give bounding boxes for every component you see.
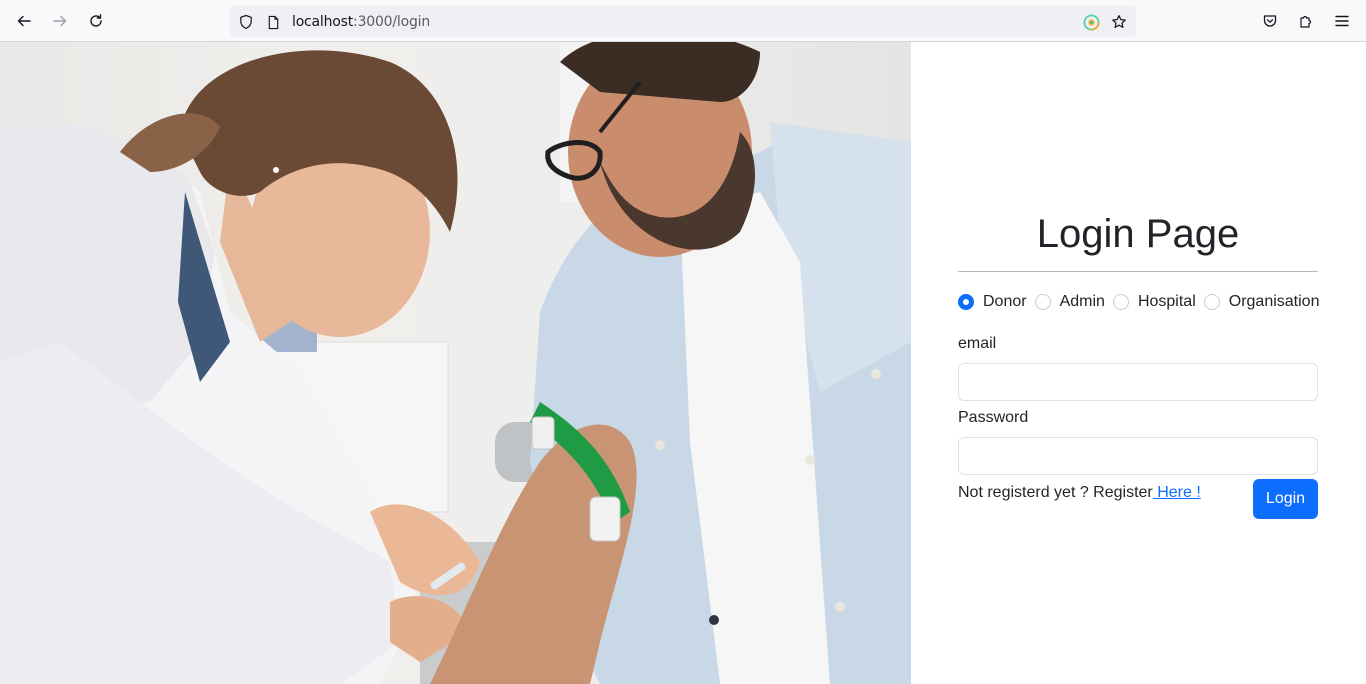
menu-button[interactable] [1330, 9, 1354, 33]
page-icon [264, 13, 282, 31]
register-text: Not registerd yet ? Register [958, 484, 1153, 501]
pocket-icon [1263, 15, 1277, 27]
login-panel: Login Page Donor Admin Hospital Organisa… [911, 42, 1366, 684]
radio-label-hospital[interactable]: Hospital [1138, 293, 1196, 311]
bookmark-star-icon[interactable] [1110, 13, 1128, 31]
radio-admin[interactable] [1034, 294, 1051, 310]
extensions-button[interactable] [1294, 9, 1318, 33]
pocket-button[interactable] [1258, 9, 1282, 33]
reload-icon [90, 14, 102, 27]
radio-label-admin[interactable]: Admin [1060, 293, 1105, 311]
page-title: Login Page [1036, 212, 1240, 256]
forward-button[interactable] [48, 9, 72, 33]
radio-label-organisation[interactable]: Organisation [1229, 293, 1320, 311]
arrow-right-icon [53, 15, 67, 27]
email-field[interactable] [958, 363, 1318, 401]
password-field[interactable] [958, 437, 1318, 475]
password-label: Password [958, 409, 1029, 426]
arrow-left-icon [17, 15, 31, 27]
radio-hospital[interactable] [1112, 294, 1129, 310]
login-hero-photo [0, 42, 911, 684]
title-divider [958, 271, 1318, 272]
reload-button[interactable] [84, 9, 108, 33]
shield-icon[interactable] [237, 13, 255, 31]
blood-donation-illustration [0, 42, 911, 684]
role-radio-group: Donor Admin Hospital Organisation [958, 292, 1330, 312]
url-text[interactable]: localhost:3000/login [292, 14, 430, 30]
register-link[interactable]: Here ! [1153, 484, 1201, 501]
login-button[interactable]: Login [1253, 479, 1318, 519]
radio-organisation[interactable] [1203, 294, 1220, 310]
register-prompt: Not registerd yet ? Register Here ! [958, 484, 1201, 502]
browser-toolbar: localhost:3000/login [0, 0, 1366, 42]
url-host: localhost [292, 14, 354, 30]
email-label: email [958, 335, 997, 352]
radio-label-donor[interactable]: Donor [983, 293, 1027, 311]
back-button[interactable] [12, 9, 36, 33]
url-path: :3000/login [353, 14, 431, 30]
puzzle-icon [1300, 15, 1312, 28]
address-bar[interactable]: localhost:3000/login [230, 6, 1136, 37]
extension-color-icon[interactable] [1082, 13, 1100, 31]
radio-donor[interactable] [958, 294, 974, 310]
hamburger-menu-icon [1335, 15, 1349, 27]
